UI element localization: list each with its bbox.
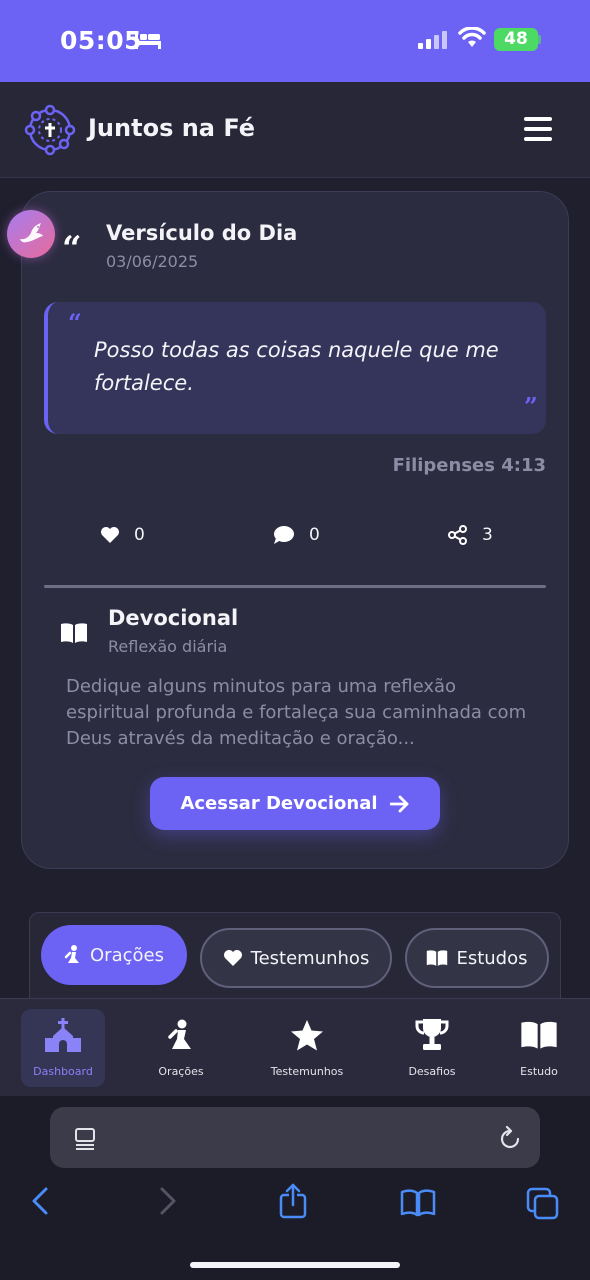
devotional-text: Dedique alguns minutos para uma reflexão…: [66, 676, 527, 749]
dove-icon: [20, 223, 43, 243]
trophy-icon: [415, 1019, 449, 1050]
nav-estudo[interactable]: Estudo: [484, 1009, 590, 1087]
app-header: Juntos na Fé: [0, 82, 590, 178]
battery-tip: [538, 35, 541, 44]
like-count: 0: [134, 525, 145, 545]
bottom-nav: Dashboard Orações Testemunhos Desafios E…: [0, 998, 590, 1096]
nav-oracoes[interactable]: Orações: [126, 1009, 236, 1087]
nav-dashboard-label: Dashboard: [33, 1065, 93, 1078]
hamburger-menu-icon[interactable]: [524, 116, 552, 142]
nav-oracoes-label: Orações: [158, 1065, 204, 1078]
access-devotional-button[interactable]: Acessar Devocional: [150, 777, 440, 830]
dove-badge[interactable]: [7, 210, 55, 258]
bookmarks-icon[interactable]: [400, 1189, 436, 1217]
share-count: 3: [482, 525, 493, 545]
verse-text: Posso todas as coisas naquele que me for…: [94, 338, 499, 395]
praying-icon: [64, 945, 80, 963]
heart-icon: [223, 950, 242, 966]
church-icon: [45, 1018, 81, 1052]
reader-mode-icon[interactable]: [74, 1127, 96, 1151]
wifi-icon: [458, 27, 486, 47]
quote-icon: “: [62, 229, 82, 269]
bed-icon: [135, 32, 161, 49]
share-icon[interactable]: [278, 1183, 308, 1219]
comment-icon: [274, 526, 294, 544]
nav-desafios-label: Desafios: [408, 1065, 456, 1078]
share-nodes-icon: [448, 525, 467, 545]
tab-testemunhos-label: Testemunhos: [250, 947, 370, 969]
status-time: 05:05: [60, 26, 143, 55]
nav-testemunhos-label: Testemunhos: [270, 1065, 344, 1078]
card-title: Versículo do Dia: [106, 221, 298, 245]
address-bar[interactable]: [50, 1107, 540, 1168]
book-open-icon: [521, 1021, 557, 1049]
book-open-icon: [61, 623, 87, 643]
tab-estudos-label: Estudos: [456, 947, 528, 969]
tab-estudos[interactable]: Estudos: [405, 928, 549, 988]
nav-desafios[interactable]: Desafios: [377, 1009, 487, 1087]
arrow-right-icon: [389, 795, 408, 812]
tab-oracoes-label: Orações: [90, 944, 164, 966]
devotional-title: Devocional: [108, 606, 239, 630]
home-indicator: [190, 1262, 400, 1268]
nav-testemunhos[interactable]: Testemunhos: [252, 1009, 362, 1087]
reload-icon[interactable]: [498, 1125, 522, 1151]
nav-dashboard[interactable]: Dashboard: [21, 1009, 105, 1087]
heart-icon: [101, 527, 119, 543]
cellular-signal-icon: [418, 31, 447, 49]
verse-reference: Filipenses 4:13: [392, 455, 546, 476]
access-devotional-label: Acessar Devocional: [180, 793, 378, 814]
tab-oracoes[interactable]: Orações: [41, 925, 187, 985]
battery-indicator: 48: [494, 28, 538, 51]
forward-arrow-icon[interactable]: [158, 1186, 178, 1216]
verse-open-quote: “: [68, 308, 82, 337]
tab-testemunhos[interactable]: Testemunhos: [200, 928, 392, 988]
devotional-subtitle: Reflexão diária: [108, 637, 228, 656]
nav-estudo-label: Estudo: [520, 1065, 558, 1078]
section-divider: [44, 585, 546, 588]
community-circle-logo-icon[interactable]: [22, 102, 78, 158]
share-button[interactable]: 3: [448, 525, 493, 545]
praying-icon: [168, 1019, 191, 1049]
comment-button[interactable]: 0: [273, 525, 320, 545]
verse-close-quote: ”: [524, 392, 538, 421]
like-button[interactable]: 0: [100, 525, 145, 545]
book-open-icon: [427, 950, 448, 966]
back-arrow-icon[interactable]: [30, 1186, 50, 1216]
tabs-icon[interactable]: [526, 1187, 560, 1221]
star-icon: [291, 1020, 323, 1051]
app-title: Juntos na Fé: [88, 114, 256, 142]
comment-count: 0: [309, 525, 320, 545]
verse-date: 03/06/2025: [106, 252, 199, 271]
